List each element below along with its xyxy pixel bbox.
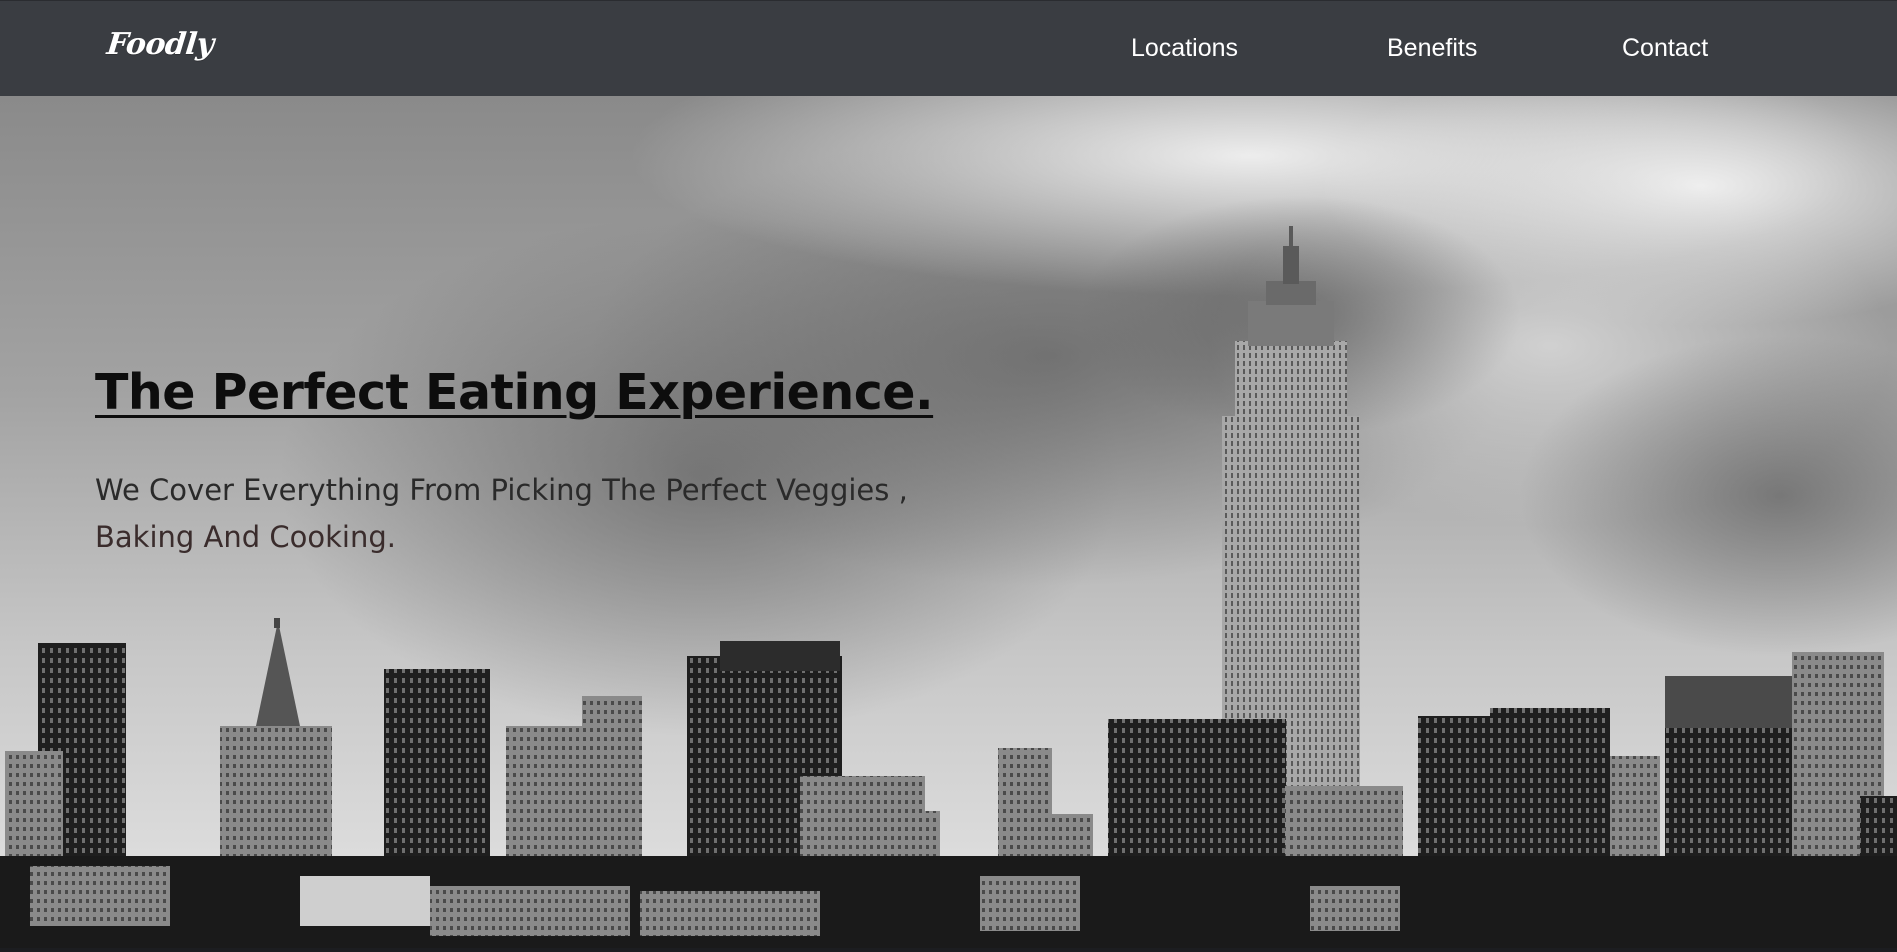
- hero-text-block: The Perfect Eating Experience. We Cover …: [95, 364, 995, 561]
- hero-title: The Perfect Eating Experience.: [95, 364, 934, 421]
- hero-subtitle-line-2: Baking And Cooking.: [95, 520, 396, 554]
- hero-section: The Perfect Eating Experience. We Cover …: [0, 96, 1897, 952]
- navbar: Foodly Locations Benefits Contact: [0, 0, 1897, 96]
- nav-link-locations[interactable]: Locations: [1131, 34, 1238, 63]
- hero-subtitle: We Cover Everything From Picking The Per…: [95, 467, 995, 561]
- brand-logo[interactable]: Foodly: [105, 27, 215, 62]
- page-bottom-edge: [0, 948, 1897, 952]
- nav-link-contact[interactable]: Contact: [1622, 34, 1708, 63]
- hero-subtitle-line-1: We Cover Everything From Picking The Per…: [95, 473, 908, 507]
- nav-link-benefits[interactable]: Benefits: [1387, 34, 1477, 63]
